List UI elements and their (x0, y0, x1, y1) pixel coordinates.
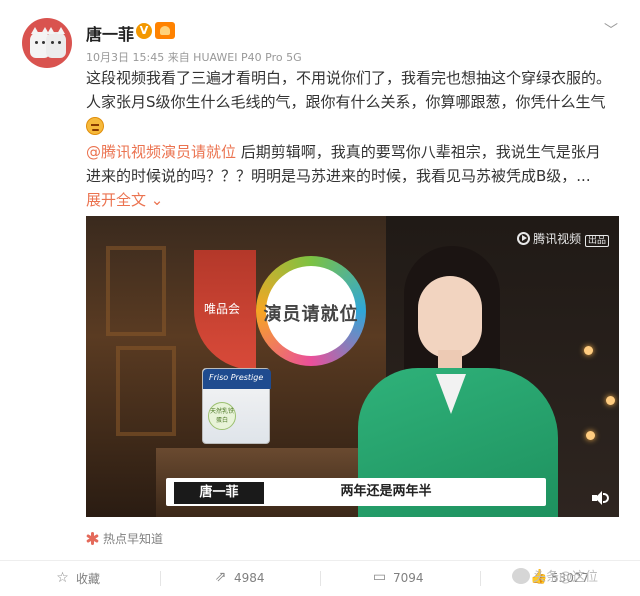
watermark: 头条@这位 (512, 566, 598, 585)
video-player[interactable]: 唯品会 演员请就位 腾讯视频 出品 Friso Prestige 天然乳铁蛋白 … (86, 216, 619, 517)
star-icon: ☆ (56, 570, 69, 586)
repost-line: 后期剪辑啊，我真的要骂你八辈祖宗，我说生气是张月 (236, 143, 601, 161)
verified-badge-icon: V (136, 23, 152, 39)
divider (480, 571, 481, 586)
favorite-button[interactable]: ☆ 收藏 (55, 570, 100, 587)
subtitle-speaker: 唐一菲 (174, 482, 264, 504)
user-name[interactable]: 唐一菲 (86, 21, 134, 45)
level-badge-icon (155, 22, 175, 39)
avatar[interactable] (22, 18, 72, 68)
repost-button[interactable]: ⇗ 4984 (213, 570, 265, 585)
stage-lamp (606, 396, 615, 405)
volume-icon[interactable] (592, 490, 610, 506)
watermark-logo-icon (512, 568, 530, 584)
mention-link[interactable]: @腾讯视频演员请就位 (86, 143, 236, 161)
chevron-down-icon: ⌄ (150, 191, 164, 209)
post-line: 人家张月S级你生什么毛线的气，跟你有什么关系，你算哪跟葱，你凭什么生气 (86, 93, 606, 111)
chevron-down-icon[interactable]: ﹀ (604, 20, 618, 40)
repost-icon: ⇗ (214, 569, 227, 585)
expand-link[interactable]: 展开全文 ⌄ (86, 191, 163, 209)
hot-topic-icon (86, 532, 99, 545)
comment-icon: ▭ (372, 569, 387, 585)
stage-frame (106, 246, 166, 336)
post-meta: 10月3日 15:45 来自 HUAWEI P40 Pro 5G (86, 51, 302, 64)
divider (320, 571, 321, 586)
hot-topic[interactable]: 热点早知道 (86, 530, 163, 547)
comment-button[interactable]: ▭ 7094 (372, 570, 424, 585)
repost-text: @腾讯视频演员请就位 后期剪辑啊，我真的要骂你八辈祖宗，我说生气是张月 进来的时… (86, 140, 616, 212)
sponsor-logo-text: 唯品会 (204, 302, 241, 316)
stage-frame (116, 346, 176, 436)
speaker-figure (344, 246, 604, 517)
tencent-video-icon (517, 232, 531, 245)
post-line: 这段视频我看了三遍才看明白，不用说你们了，我看完也想抽这个穿绿衣服的。 (86, 69, 612, 87)
post-text: 这段视频我看了三遍才看明白，不用说你们了，我看完也想抽这个穿绿衣服的。 人家张月… (86, 66, 616, 138)
divider (160, 571, 161, 586)
repost-line: 进来的时候说的吗？？？明明是马苏进来的时候，我看见马苏被凭成B级，... (86, 167, 591, 185)
weibo-post: 唐一菲 V 10月3日 15:45 来自 HUAWEI P40 Pro 5G ﹀… (0, 0, 640, 596)
angry-emoji-icon (86, 117, 104, 135)
product-badge: 天然乳铁蛋白 (208, 402, 236, 430)
cat-figure (46, 27, 66, 58)
subtitle-text: 两年还是两年半 (340, 484, 432, 499)
platform-watermark: 腾讯视频 出品 (517, 230, 609, 247)
